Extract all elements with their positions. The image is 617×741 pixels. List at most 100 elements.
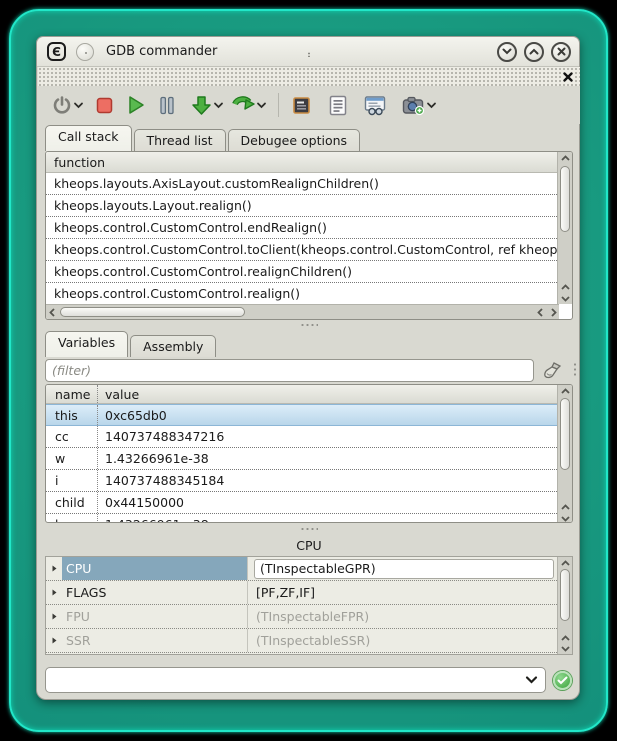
splitter-handle[interactable] [573,362,577,378]
column-header-name[interactable]: name [46,385,98,403]
filter-input[interactable] [45,359,534,382]
callstack-row[interactable]: kheops.layouts.Layout.realign() [46,195,557,217]
variable-row[interactable]: cc 140737488347216 [46,426,557,448]
dock-close-button[interactable] [561,70,574,83]
variable-value: 140737488347216 [98,429,224,444]
cpu-register-value: (TInspectableSSR) [248,633,370,648]
scroll-right-icon[interactable] [547,305,559,320]
callstack-row[interactable]: kheops.layouts.AxisLayout.customRealignC… [46,173,557,195]
watch-variables-button[interactable] [362,91,388,119]
dock-handle[interactable] [308,52,310,57]
dock-titlebar[interactable] [38,67,580,86]
run-button[interactable] [125,91,147,119]
expand-arrow-icon[interactable] [46,636,62,645]
scroll-up-icon[interactable] [558,152,573,164]
chevron-down-icon [213,100,224,110]
step-over-button[interactable] [230,91,269,119]
brush-icon[interactable] [541,360,563,382]
variable-value: 0x44150000 [98,495,184,510]
scroll-left-icon[interactable] [46,305,58,320]
variable-row[interactable]: child 0x44150000 [46,492,557,514]
tab-assembly[interactable]: Assembly [130,335,216,357]
expand-arrow-icon[interactable] [46,588,62,597]
play-icon [127,95,145,115]
send-command-button[interactable] [553,671,572,690]
scroll-left-icon[interactable] [534,305,546,320]
cpu-register-name: SSR [62,629,248,652]
scrollbar-thumb[interactable] [560,569,570,621]
command-value [46,672,52,687]
callstack-vertical-scrollbar[interactable] [557,152,572,304]
cpu-vertical-scrollbar[interactable] [557,557,572,654]
splitter-handle[interactable] [300,527,318,531]
variable-name: w [46,448,98,469]
minimize-button[interactable] [497,42,517,62]
tab-call-stack[interactable]: Call stack [45,125,132,151]
step-into-button[interactable] [189,91,226,119]
variables-panel: name value this 0xc65db0 cc 140737488347… [45,384,573,523]
tab-variables[interactable]: Variables [45,331,128,357]
variable-value: 1.43266961e-38 [98,517,209,523]
tab-thread-list[interactable]: Thread list [134,129,226,151]
scroll-down-icon[interactable] [558,292,573,304]
cpu-inspector: CPU CPU (TInspectableGPR) FLAGS [PF,ZF,I… [45,535,573,655]
cpu-register-row[interactable]: FLAGS [PF,ZF,IF] [46,581,557,605]
variable-row[interactable]: i 140737488345184 [46,470,557,492]
scrollbar-thumb[interactable] [60,307,245,317]
callstack-row[interactable]: kheops.control.CustomControl.realign() [46,283,557,305]
power-icon [52,95,72,115]
cpu-register-row[interactable]: CPU (TInspectableGPR) [46,557,557,581]
toolbar-separator [278,93,280,117]
scrollbar-thumb[interactable] [560,166,570,232]
column-header-value[interactable]: value [98,387,139,402]
tab-debugee-options[interactable]: Debugee options [228,129,361,151]
scroll-up-icon[interactable] [558,385,573,397]
cpu-inspector-button[interactable] [289,91,314,119]
scrollbar-thumb[interactable] [560,398,570,470]
callstack-row[interactable]: kheops.control.CustomControl.toClient(kh… [46,239,557,261]
column-header-function[interactable]: function [46,152,557,173]
stop-button[interactable] [94,91,115,119]
app-logo-icon: Є [47,42,66,61]
power-button[interactable] [50,91,86,119]
debug-toolbar [38,86,580,124]
snapshot-button[interactable] [400,91,439,119]
shade-button[interactable] [524,42,544,62]
gdb-command-combobox[interactable] [45,667,546,693]
check-circle-icon [557,676,568,685]
call-stack-panel: function kheops.layouts.AxisLayout.custo… [45,151,573,320]
cpu-inspector-title: CPU [45,535,573,556]
pause-button[interactable] [157,91,177,119]
command-log-button[interactable] [327,91,349,119]
variable-row[interactable]: h 1.43266961e-38 [46,514,557,523]
expand-arrow-icon[interactable] [46,612,62,621]
chevron-down-icon [73,100,84,110]
variable-value: 0xc65db0 [98,408,167,423]
variable-name: i [46,470,98,491]
chevron-down-icon [426,100,437,110]
variable-row[interactable]: w 1.43266961e-38 [46,448,557,470]
callstack-row[interactable]: kheops.control.CustomControl.realignChil… [46,261,557,283]
cpu-register-value: (TInspectableFPR) [248,609,369,624]
splitter-handle[interactable] [300,323,318,327]
close-button[interactable] [551,42,571,62]
close-icon [557,47,566,56]
screen: Є GDB commander [0,0,617,741]
chevron-down-icon [502,48,512,55]
chevron-down-icon[interactable] [525,675,538,685]
window-title: GDB commander [106,44,217,59]
expand-arrow-icon[interactable] [46,564,62,573]
scroll-down-icon[interactable] [558,512,573,523]
variable-row[interactable]: this 0xc65db0 [46,404,557,426]
variables-vertical-scrollbar[interactable] [557,385,572,523]
cpu-register-value-editor[interactable]: (TInspectableGPR) [254,559,554,579]
cpu-register-value: [PF,ZF,IF] [248,585,315,600]
variable-name: this [46,405,98,425]
scroll-down-icon[interactable] [558,642,573,654]
cpu-register-row[interactable]: SSR (TInspectableSSR) [46,629,557,653]
scroll-up-icon[interactable] [558,557,573,569]
callstack-row[interactable]: kheops.control.CustomControl.endRealign(… [46,217,557,239]
cpu-register-row[interactable]: FPU (TInspectableFPR) [46,605,557,629]
titlebar-dot-button[interactable] [76,43,94,61]
callstack-horizontal-scrollbar[interactable] [46,304,559,319]
